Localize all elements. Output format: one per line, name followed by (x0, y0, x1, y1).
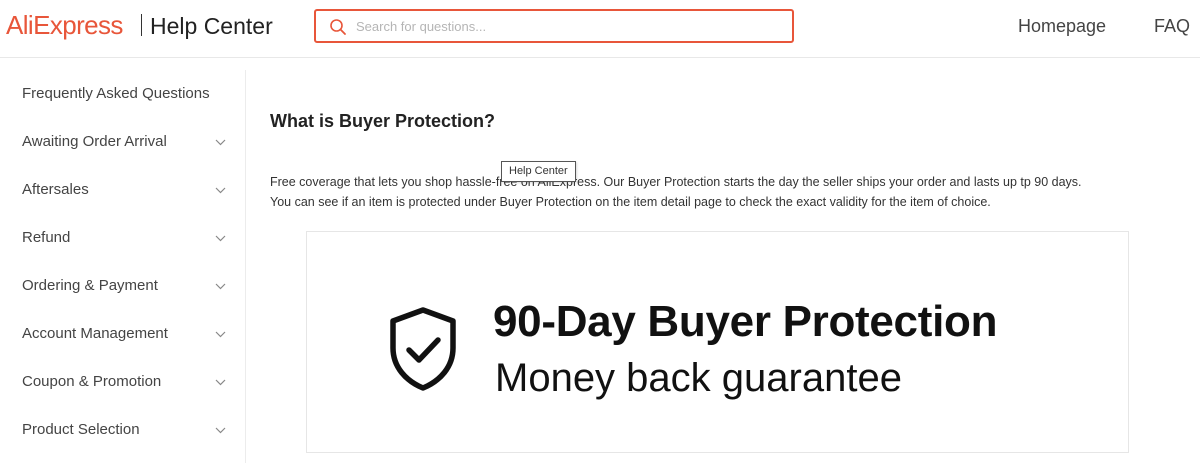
nav-faq-link[interactable]: FAQ (1154, 14, 1190, 38)
sidebar-item-awaiting-order-arrival[interactable]: Awaiting Order Arrival (0, 118, 245, 166)
sidebar-item-product-selection[interactable]: Product Selection (0, 406, 245, 454)
logo-divider (141, 14, 142, 36)
sidebar-item-label: Frequently Asked Questions (22, 85, 210, 102)
sidebar-item-refund[interactable]: Refund (0, 214, 245, 262)
buyer-protection-banner: 90-Day Buyer Protection Money back guara… (306, 231, 1129, 453)
chevron-down-icon (215, 187, 226, 194)
chevron-down-icon (215, 379, 226, 386)
sidebar-item-label: Ordering & Payment (22, 277, 158, 294)
sidebar-item-aftersales[interactable]: Aftersales (0, 166, 245, 214)
sidebar-item-ordering-payment[interactable]: Ordering & Payment (0, 262, 245, 310)
sidebar-item-label: Awaiting Order Arrival (22, 133, 167, 150)
search-icon[interactable] (329, 18, 347, 36)
banner-title: 90-Day Buyer Protection (493, 297, 998, 346)
sidebar-item-label: Coupon & Promotion (22, 373, 162, 390)
nav-homepage-link[interactable]: Homepage (1018, 14, 1106, 38)
sidebar-item-label: Aftersales (22, 181, 89, 198)
sidebar-item-coupon-promotion[interactable]: Coupon & Promotion (0, 358, 245, 406)
help-center-title[interactable]: Help Center (150, 11, 273, 41)
chevron-down-icon (215, 235, 226, 242)
article-body: Free coverage that lets you shop hassle-… (270, 172, 1180, 212)
article-paragraph-line: You can see if an item is protected unde… (270, 195, 991, 209)
article-title: What is Buyer Protection? (270, 111, 496, 131)
chevron-down-icon (215, 331, 226, 338)
sidebar-item-account-management[interactable]: Account Management (0, 310, 245, 358)
sidebar-item-faq[interactable]: Frequently Asked Questions (0, 70, 245, 118)
search-input[interactable] (356, 11, 776, 41)
banner-subtitle: Money back guarantee (495, 356, 902, 400)
aliexpress-logo[interactable]: AliExpress (6, 9, 123, 41)
chevron-down-icon (215, 283, 226, 290)
chevron-down-icon (215, 139, 226, 146)
sidebar-item-label: Account Management (22, 325, 168, 342)
header: AliExpress Help Center Homepage FAQ (0, 0, 1200, 58)
shield-check-icon (390, 307, 456, 391)
article-paragraph-line: Free coverage that lets you shop hassle-… (270, 175, 1082, 189)
sidebar-item-label: Refund (22, 229, 71, 246)
search-box[interactable] (314, 9, 794, 43)
sidebar: Frequently Asked Questions Awaiting Orde… (0, 70, 246, 463)
chevron-down-icon (215, 427, 226, 434)
tooltip: Help Center (501, 161, 576, 182)
sidebar-item-label: Product Selection (22, 421, 140, 438)
